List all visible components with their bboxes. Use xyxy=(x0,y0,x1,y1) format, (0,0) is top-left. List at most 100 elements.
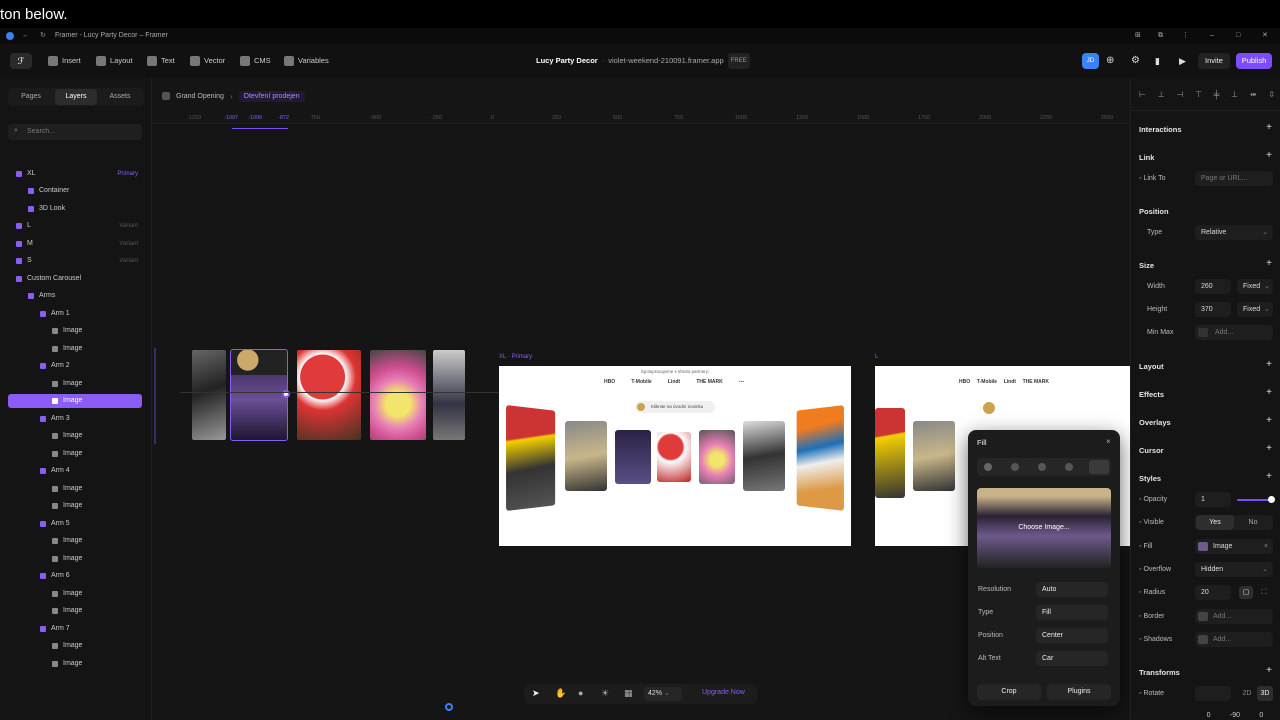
layer-row[interactable]: Arm 7 xyxy=(8,622,142,636)
maximize-icon[interactable]: □ xyxy=(1236,28,1240,44)
add-cursor-icon[interactable]: + xyxy=(1266,443,1272,454)
choose-image-label[interactable]: Choose Image... xyxy=(977,524,1111,531)
width-mode-select[interactable]: Fixed ⌄ xyxy=(1237,279,1273,294)
layer-row[interactable]: Image xyxy=(8,482,142,496)
width-input[interactable]: 260 xyxy=(1195,279,1231,294)
tab-assets[interactable]: Assets xyxy=(99,89,141,105)
align-center-h-icon[interactable]: ⊥ xyxy=(1158,90,1165,99)
carousel-image[interactable] xyxy=(370,350,426,440)
frame-l-label[interactable]: L xyxy=(875,354,878,360)
avatar[interactable]: JD xyxy=(1082,53,1099,69)
fill-row-value[interactable]: Center xyxy=(1036,628,1108,643)
menu-dots-icon[interactable]: ⋮ xyxy=(1182,28,1189,44)
layer-row[interactable]: 3D Look xyxy=(8,202,142,216)
remove-fill-icon[interactable]: × xyxy=(1264,539,1268,554)
upgrade-button[interactable]: Upgrade Now xyxy=(702,689,745,696)
globe-icon[interactable]: ⊕ xyxy=(1106,53,1114,69)
layout-button[interactable]: Layout xyxy=(96,53,133,69)
add-transform-icon[interactable]: + xyxy=(1266,665,1272,676)
radius-individual-icon[interactable]: ⛶ xyxy=(1257,586,1271,599)
vector-button[interactable]: Vector xyxy=(190,53,225,69)
carousel-image-selected[interactable] xyxy=(230,349,288,441)
text-button[interactable]: Text xyxy=(147,53,175,69)
publish-button[interactable]: Publish xyxy=(1236,53,1272,69)
rotate-x[interactable]: 0 xyxy=(1207,712,1211,719)
layer-row[interactable]: Image xyxy=(8,447,142,461)
add-interaction-icon[interactable]: + xyxy=(1266,122,1272,133)
variables-button[interactable]: Variables xyxy=(284,53,329,69)
layer-row[interactable]: Image xyxy=(8,534,142,548)
height-input[interactable]: 370 xyxy=(1195,302,1231,317)
close-icon[interactable]: × xyxy=(1106,437,1111,446)
breadcrumb-item-1[interactable]: Grand Opening xyxy=(176,93,224,100)
overflow-select[interactable]: Hidden ⌄ xyxy=(1195,562,1273,577)
layer-row[interactable]: M Variant xyxy=(8,237,142,251)
layer-row[interactable]: Custom Carousel xyxy=(8,272,142,286)
layer-row[interactable]: Image xyxy=(8,324,142,338)
layer-row[interactable]: Arm 1 xyxy=(8,307,142,321)
fill-row-value[interactable]: Auto xyxy=(1036,582,1108,597)
settings-icon[interactable]: ⚙ xyxy=(1131,53,1140,69)
layer-row[interactable]: Arm 6 xyxy=(8,569,142,583)
project-title[interactable]: Lucy Party Decor · violet-weekend-210091… xyxy=(536,53,750,69)
align-middle-icon[interactable]: ╪ xyxy=(1214,90,1220,99)
back-icon[interactable]: ← xyxy=(22,28,29,44)
image-preview[interactable]: Choose Image... xyxy=(977,488,1111,568)
visible-no[interactable]: No xyxy=(1234,515,1272,530)
rotate-y[interactable]: -90 xyxy=(1230,712,1240,719)
image-fill-icon[interactable] xyxy=(1089,460,1109,474)
invite-button[interactable]: Invite xyxy=(1198,53,1230,69)
framer-menu-button[interactable]: ℱ xyxy=(10,53,32,69)
layer-row[interactable]: Image xyxy=(8,552,142,566)
distribute-v-icon[interactable]: ⇳ xyxy=(1268,90,1275,99)
add-size-icon[interactable]: + xyxy=(1266,258,1272,269)
opacity-slider[interactable] xyxy=(1237,499,1271,501)
fill-select[interactable]: Image × xyxy=(1195,539,1273,554)
layer-row[interactable]: Image xyxy=(8,342,142,356)
layer-row[interactable]: XL Primary xyxy=(8,167,142,181)
layer-row[interactable]: Image xyxy=(8,587,142,601)
layer-row[interactable]: Image xyxy=(8,429,142,443)
align-bottom-icon[interactable]: ⊥ xyxy=(1231,90,1238,99)
pointer-tool-icon[interactable]: ➤ xyxy=(532,688,540,699)
position-type-select[interactable]: Relative ⌄ xyxy=(1195,225,1273,240)
close-window-icon[interactable]: ✕ xyxy=(1262,28,1268,44)
linear-gradient-icon[interactable] xyxy=(1011,463,1019,471)
search-field[interactable]: ⌕ Search... xyxy=(8,124,142,140)
conic-gradient-icon[interactable] xyxy=(1065,463,1073,471)
frame-xl-label[interactable]: XL · Primary xyxy=(499,354,532,360)
tab-pages[interactable]: Pages xyxy=(10,89,52,105)
carousel-image[interactable] xyxy=(192,350,226,440)
opacity-slider-handle[interactable] xyxy=(1268,496,1275,503)
breadcrumb-item-2[interactable]: Otevření prodejen xyxy=(238,90,305,102)
cta-pill[interactable]: Kliknite na úvodní novinku xyxy=(635,401,715,413)
comment-icon[interactable]: ● xyxy=(578,688,583,698)
radius-all-icon[interactable]: ▢ xyxy=(1239,586,1253,599)
add-layout-icon[interactable]: + xyxy=(1266,359,1272,370)
height-mode-select[interactable]: Fixed ⌄ xyxy=(1237,302,1273,317)
add-style-icon[interactable]: + xyxy=(1266,471,1272,482)
shadows-add[interactable]: Add... xyxy=(1195,632,1273,647)
layer-row[interactable]: Arm 3 xyxy=(8,412,142,426)
hand-tool-icon[interactable]: ✋ xyxy=(555,688,566,699)
crop-button[interactable]: Crop xyxy=(977,684,1041,700)
layer-row[interactable]: Image xyxy=(8,394,142,408)
layer-row[interactable]: Container xyxy=(8,184,142,198)
border-add[interactable]: Add... xyxy=(1195,609,1273,624)
rotate-input[interactable] xyxy=(1195,686,1231,701)
tab-layers[interactable]: Layers xyxy=(55,89,97,105)
add-effect-icon[interactable]: + xyxy=(1266,387,1272,398)
translate-icon[interactable]: ⊞ xyxy=(1135,28,1141,44)
theme-icon[interactable]: ☀ xyxy=(601,688,609,699)
cms-button[interactable]: CMS xyxy=(240,53,271,69)
fill-row-value[interactable]: Fill xyxy=(1036,605,1108,620)
align-right-icon[interactable]: ⊣ xyxy=(1176,90,1183,99)
distribute-h-icon[interactable]: ⇹ xyxy=(1250,90,1257,99)
minimize-icon[interactable]: – xyxy=(1210,28,1214,44)
layer-row[interactable]: Arm 2 xyxy=(8,359,142,373)
layer-row[interactable]: Arm 5 xyxy=(8,517,142,531)
insert-button[interactable]: Insert xyxy=(48,53,81,69)
add-overlay-icon[interactable]: + xyxy=(1266,415,1272,426)
carousel-image[interactable] xyxy=(433,350,465,440)
add-link-icon[interactable]: + xyxy=(1266,150,1272,161)
